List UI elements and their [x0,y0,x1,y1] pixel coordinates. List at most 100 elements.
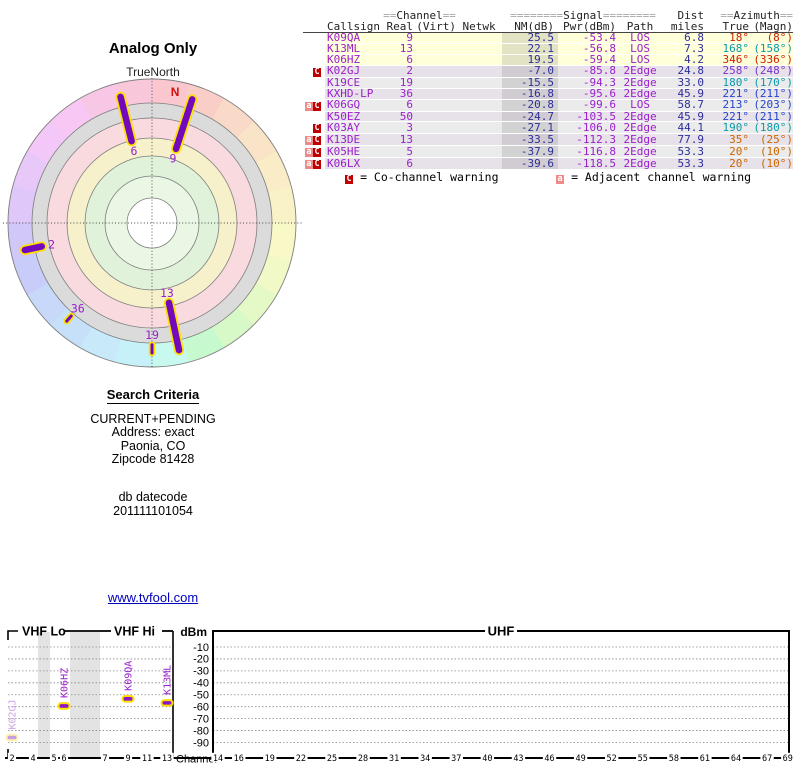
y-tick-label: -40 [193,678,209,690]
adjacent-channel-badge: a [304,159,313,170]
y-tick-label: -80 [193,725,209,737]
co-channel-badge: C [313,123,322,134]
channel-tick-label: 22 [296,754,306,764]
db-datecode-label: db datecode [118,489,188,504]
adjacent-channel-badge: a [556,174,565,184]
cell-virtual-channel [413,77,457,89]
cell-cochannel-badge: C [313,65,325,78]
channel-axis-label: Channel [176,754,217,766]
vhf-hi-label: VHF Hi [114,625,155,639]
cell-network [456,145,503,159]
cell-network [456,157,503,171]
channel-tick-label: 19 [265,754,275,764]
y-tick-label: -70 [193,713,209,725]
radar-marker [21,243,46,254]
channel-tick-label: 37 [451,754,461,764]
adjacent-channel-badge: a [304,135,313,146]
y-tick-label: -60 [193,702,209,714]
co-channel-badge: C [313,135,322,146]
cell-network [456,99,503,112]
adjacent-channel-badge: a [304,100,313,111]
band-chart: -10-20-30-40-50-60-70-80-90 VHF Lo VHF Hi U… [5,624,795,766]
channel-tick-label: 58 [669,754,679,764]
col-header-virt: (Virt) [413,21,457,33]
cell-virtual-channel [413,43,457,55]
channel-tick-label: 7 [102,754,107,764]
cell-cochannel-badge [313,111,325,123]
channel-tick-label: 25 [327,754,337,764]
signal-marker-callsign: K13ML [162,665,173,695]
channel-tick-label: 9 [125,754,130,764]
cell-virtual-channel [413,32,457,44]
channel-tick-label: 5 [51,754,56,764]
cell-adjacent-badge [303,121,313,135]
cell-cochannel-badge: C [313,145,325,159]
cell-virtual-channel [413,121,457,135]
signal-marker-callsign: K06HZ [59,668,70,698]
cell-adjacent-badge [303,54,313,66]
y-tick-label: -10 [193,642,209,654]
cell-network [456,121,503,135]
tvfool-report: Analog Only TrueNorth N 9 6 13 2 19 36 ==Chann… [0,0,800,768]
channel-tick-label: 46 [544,754,554,764]
signal-marker [5,733,19,742]
cell-cochannel-badge [313,43,325,55]
search-criteria: Search Criteria CURRENT+PENDING Address:… [0,388,306,518]
cell-network [456,32,503,44]
criteria-mode: CURRENT+PENDING [90,411,216,426]
channel-tick-label: 67 [762,754,772,764]
channel-tick-label: 11 [142,754,152,764]
cell-cochannel-badge: C [313,121,325,135]
col-header-netwk: Netwk [456,21,503,33]
signal-marker [121,695,135,703]
criteria-zip: Zipcode 81428 [111,452,195,467]
co-channel-badge: C [313,100,322,111]
channel-tick-label: 28 [358,754,368,764]
signal-table-grid: ==Channel== ========Signal======== Dist ==A… [303,10,794,171]
uhf-label: UHF [488,624,515,639]
cell-network [456,54,503,66]
channel-tick-label: 31 [389,754,399,764]
co-channel-badge: C [313,159,322,170]
channel-tick-label: 49 [575,754,585,764]
cell-adjacent-badge [303,43,313,55]
cell-distance-miles: 53.3 [664,157,705,171]
cell-virtual-channel [413,99,457,112]
cell-network [456,133,503,147]
y-tick-label: -30 [193,666,209,678]
cell-adjacent-badge: a [303,133,313,147]
criteria-address: Address: exact [111,425,195,440]
cell-virtual-channel [413,88,457,100]
channel-tick-label: 13 [162,754,172,764]
cell-cochannel-badge [313,88,325,100]
db-datecode-value: 201111101054 [113,503,193,518]
signal-table: ==Channel== ========Signal======== Dist ==A… [303,10,795,171]
vhf-lo-label: VHF Lo [22,625,66,639]
adjacent-channel-legend-text: = Adjacent channel warning [571,170,752,184]
cell-path: 2Edge [616,157,665,171]
cell-virtual-channel [413,145,457,159]
radar-marker-channel-label: 9 [170,151,177,165]
cell-true-azimuth: 20° [704,157,750,171]
channel-tick-label: 4 [30,754,35,764]
cell-adjacent-badge [303,111,313,123]
cell-virtual-channel [413,157,457,171]
cell-callsign: K06LX [325,157,383,171]
tvfool-link[interactable]: www.tvfool.com [108,590,198,605]
cell-adjacent-badge [303,88,313,100]
vhf-corner-topleft [7,630,18,640]
cell-real-channel: 6 [383,157,413,171]
y-tick-label: -20 [193,654,209,666]
cell-virtual-channel [413,133,457,147]
cell-cochannel-badge [313,77,325,89]
warning-legend: C = Co-channel warning a = Adjacent chan… [0,170,800,184]
channel-tick-label: 55 [638,754,648,764]
channel-tick-label: 40 [482,754,492,764]
criteria-city: Paonia, CO [120,438,186,453]
channel-tick-label: 64 [731,754,741,764]
radar-plot: N 9 6 13 2 19 36 [3,78,302,368]
radar-marker-channel-label: 2 [48,237,55,251]
y-tick-label: -90 [193,737,209,749]
signal-marker [57,702,71,710]
cell-network [456,65,503,78]
